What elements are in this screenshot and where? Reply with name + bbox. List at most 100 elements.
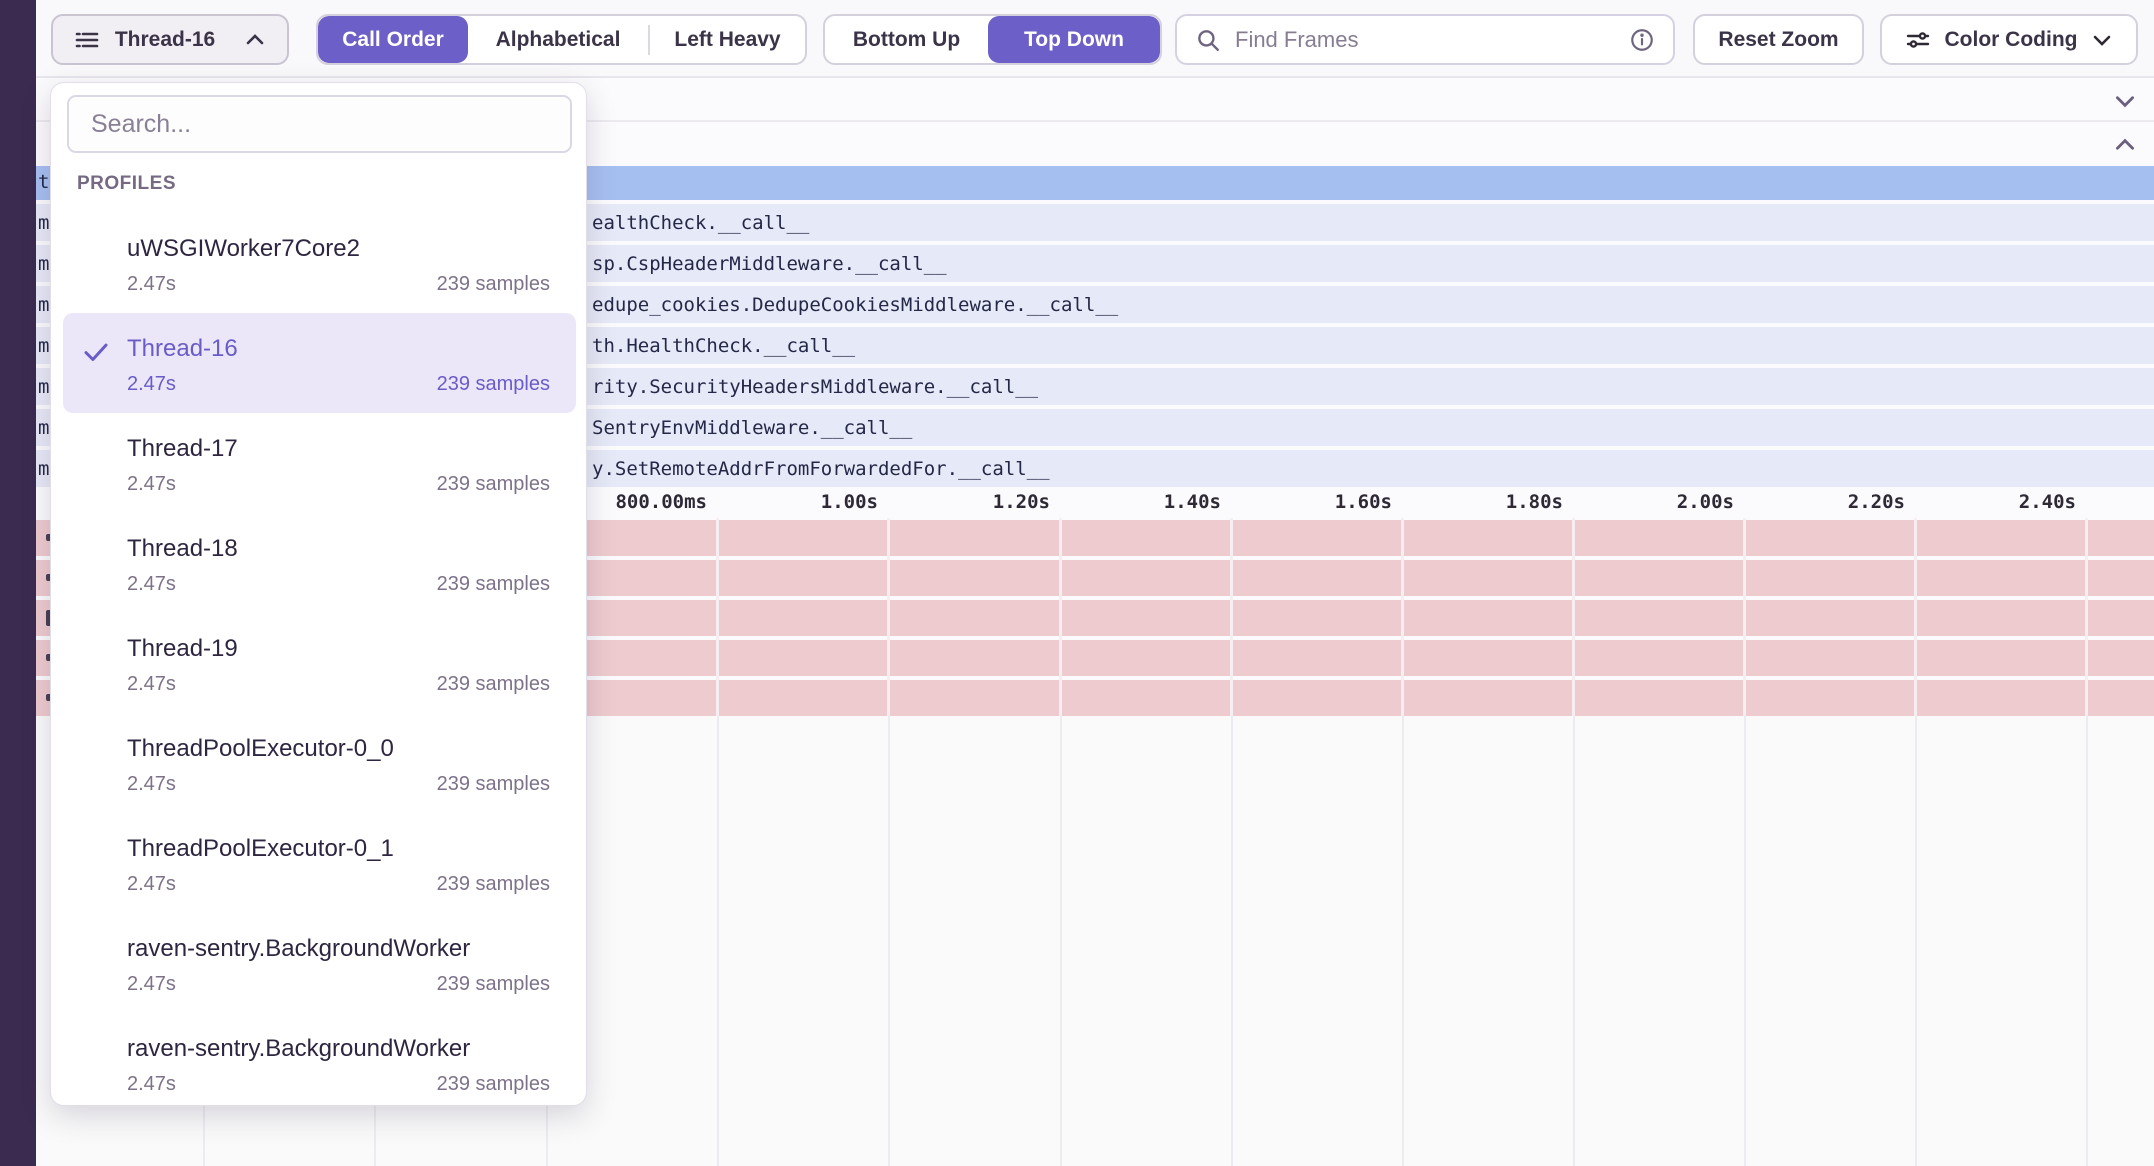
profile-item[interactable]: ThreadPoolExecutor-0_1 2.47s 239 samples: [63, 813, 576, 913]
grid-line: [1572, 518, 1575, 716]
sort-option-left-heavy[interactable]: Left Heavy: [650, 16, 805, 63]
frame-label-fragment: t: [38, 171, 49, 193]
time-tick: 1.20s: [850, 491, 1050, 513]
sort-option-call-order[interactable]: Call Order: [318, 16, 468, 63]
profile-item[interactable]: Thread-19 2.47s 239 samples: [63, 613, 576, 713]
profile-name: Thread-18: [127, 535, 238, 563]
frame-label-fragment: m: [38, 294, 49, 316]
search-icon: [1195, 27, 1221, 53]
grid-line: [1059, 518, 1062, 716]
direction-option-bottom-up[interactable]: Bottom Up: [825, 16, 988, 63]
profile-name: Thread-17: [127, 435, 238, 463]
time-tick: 1.40s: [1021, 491, 1221, 513]
profile-samples: 239 samples: [437, 673, 550, 696]
profile-samples: 239 samples: [437, 873, 550, 896]
time-tick: 1.00s: [678, 491, 878, 513]
app-sidebar-edge: [0, 0, 36, 1166]
profile-item[interactable]: raven-sentry.BackgroundWorker 2.47s 239 …: [63, 913, 576, 1013]
profile-duration: 2.47s: [127, 1073, 176, 1096]
grid-line: [1060, 716, 1062, 1166]
profile-name: ThreadPoolExecutor-0_1: [127, 835, 394, 863]
profile-item[interactable]: uWSGIWorker7Core2 2.47s 239 samples: [63, 213, 576, 313]
time-tick: 2.40s: [1876, 491, 2076, 513]
grid-line: [1743, 518, 1746, 716]
grid-line: [1230, 518, 1233, 716]
frame-label-fragment: m: [38, 376, 49, 398]
profile-samples: 239 samples: [437, 373, 550, 396]
chevron-up-icon[interactable]: [2112, 132, 2138, 158]
profile-name: raven-sentry.BackgroundWorker: [127, 1035, 470, 1063]
color-coding-button[interactable]: Color Coding: [1880, 14, 2138, 65]
time-tick: 2.20s: [1705, 491, 1905, 513]
chevron-up-icon: [243, 28, 267, 52]
grid-line: [1914, 518, 1917, 716]
profile-item[interactable]: raven-sentry.BackgroundWorker 2.47s 239 …: [63, 1013, 576, 1113]
profile-duration: 2.47s: [127, 473, 176, 496]
sliders-icon: [1904, 26, 1932, 54]
color-coding-label: Color Coding: [1945, 28, 2078, 52]
profile-name: raven-sentry.BackgroundWorker: [127, 935, 470, 963]
chevron-down-icon[interactable]: [2112, 88, 2138, 114]
find-frames-field[interactable]: [1175, 14, 1675, 65]
dropdown-search-input[interactable]: [67, 95, 572, 153]
chevron-down-icon: [2090, 28, 2114, 52]
grid-line: [2085, 518, 2088, 716]
grid-line: [717, 716, 719, 1166]
profile-samples: 239 samples: [437, 773, 550, 796]
info-icon[interactable]: [1629, 27, 1655, 53]
grid-line: [1915, 716, 1917, 1166]
thread-dropdown-panel: PROFILES uWSGIWorker7Core2 2.47s 239 sam…: [50, 82, 587, 1106]
profile-name: Thread-16: [127, 335, 238, 363]
profile-duration: 2.47s: [127, 873, 176, 896]
direction-option-top-down[interactable]: Top Down: [988, 16, 1160, 63]
time-tick: 2.00s: [1534, 491, 1734, 513]
profile-duration: 2.47s: [127, 273, 176, 296]
grid-line: [887, 518, 890, 716]
frame-label: th.HealthCheck.__call__: [592, 335, 855, 357]
frame-label: y.SetRemoteAddrFromForwardedFor.__call__: [592, 458, 1050, 480]
profile-samples: 239 samples: [437, 1073, 550, 1096]
find-frames-input[interactable]: [1235, 27, 1615, 53]
checkmark-icon: [81, 337, 111, 367]
frame-label: ealthCheck.__call__: [592, 212, 809, 234]
profile-item-selected[interactable]: Thread-16 2.47s 239 samples: [63, 313, 576, 413]
profile-name: ThreadPoolExecutor-0_0: [127, 735, 394, 763]
reset-zoom-button[interactable]: Reset Zoom: [1693, 14, 1864, 65]
sort-option-alphabetical[interactable]: Alphabetical: [468, 16, 648, 63]
grid-line: [888, 716, 890, 1166]
grid-line: [1402, 716, 1404, 1166]
profile-duration: 2.47s: [127, 973, 176, 996]
frame-label: SentryEnvMiddleware.__call__: [592, 417, 912, 439]
frame-label: rity.SecurityHeadersMiddleware.__call__: [592, 376, 1038, 398]
time-tick: 1.80s: [1363, 491, 1563, 513]
profile-samples: 239 samples: [437, 973, 550, 996]
profile-item[interactable]: Thread-17 2.47s 239 samples: [63, 413, 576, 513]
frame-label-fragment: m: [38, 253, 49, 275]
profiler-toolbar: Thread-16 Call Order Alphabetical Left H…: [36, 0, 2154, 78]
profile-samples: 239 samples: [437, 573, 550, 596]
frame-label-fragment: m: [38, 417, 49, 439]
profile-duration: 2.47s: [127, 773, 176, 796]
thread-selector-button[interactable]: Thread-16: [51, 14, 289, 65]
profile-duration: 2.47s: [127, 673, 176, 696]
grid-line: [1231, 716, 1233, 1166]
time-tick: 1.60s: [1192, 491, 1392, 513]
profile-item[interactable]: ThreadPoolExecutor-0_0 2.47s 239 samples: [63, 713, 576, 813]
grid-line: [1573, 716, 1575, 1166]
frame-label-fragment: m: [38, 335, 49, 357]
profile-duration: 2.47s: [127, 373, 176, 396]
sort-toggle-group: Call Order Alphabetical Left Heavy: [316, 14, 807, 65]
frame-label: edupe_cookies.DedupeCookiesMiddleware.__…: [592, 294, 1118, 316]
grid-line: [1744, 716, 1746, 1166]
list-icon: [73, 26, 101, 54]
profile-name: uWSGIWorker7Core2: [127, 235, 360, 263]
profiles-section-label: PROFILES: [77, 173, 176, 195]
direction-toggle-group: Bottom Up Top Down: [823, 14, 1162, 65]
profile-item[interactable]: Thread-18 2.47s 239 samples: [63, 513, 576, 613]
grid-line: [1401, 518, 1404, 716]
thread-selector-label: Thread-16: [115, 28, 215, 52]
frame-label-fragment: m: [38, 212, 49, 234]
profile-name: Thread-19: [127, 635, 238, 663]
grid-line: [2086, 716, 2088, 1166]
profile-duration: 2.47s: [127, 573, 176, 596]
